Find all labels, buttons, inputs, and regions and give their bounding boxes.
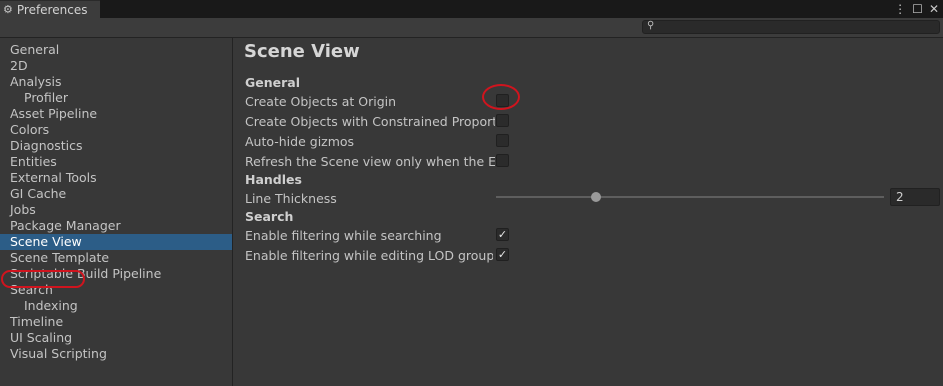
- auto-hide-gizmos-label: Auto-hide gizmos: [245, 134, 355, 149]
- sidebar-item-scene-template[interactable]: Scene Template: [0, 250, 232, 266]
- sidebar: General 2D Analysis Profiler Asset Pipel…: [0, 38, 233, 386]
- maximize-icon[interactable]: ☐: [912, 1, 923, 17]
- more-options-icon[interactable]: ⋮: [894, 1, 906, 17]
- constrained-proportions-checkbox[interactable]: [496, 114, 509, 127]
- line-thickness-slider[interactable]: [496, 196, 884, 198]
- close-icon[interactable]: ✕: [929, 1, 939, 17]
- settings-panel: Scene View General Create Objects at Ori…: [234, 38, 943, 386]
- search-input[interactable]: ⚲: [642, 20, 940, 34]
- sidebar-item-profiler[interactable]: Profiler: [0, 90, 232, 106]
- window-controls: ⋮ ☐ ✕: [894, 1, 939, 17]
- search-icon: ⚲: [647, 20, 655, 31]
- title-bar: ⚙ Preferences ⋮ ☐ ✕: [0, 0, 943, 18]
- constrained-proportions-label: Create Objects with Constrained Proporti…: [245, 114, 495, 129]
- line-thickness-slider-thumb[interactable]: [591, 192, 601, 202]
- sidebar-item-visual-scripting[interactable]: Visual Scripting: [0, 346, 232, 362]
- sidebar-item-general[interactable]: General: [0, 42, 232, 58]
- red-annotation-circle: [482, 84, 520, 110]
- sidebar-item-timeline[interactable]: Timeline: [0, 314, 232, 330]
- sidebar-item-package-manager[interactable]: Package Manager: [0, 218, 232, 234]
- gear-icon: ⚙: [3, 3, 13, 16]
- preferences-tab[interactable]: ⚙ Preferences: [0, 0, 100, 18]
- checkmark-icon: ✓: [497, 248, 508, 261]
- filter-lod-checkbox[interactable]: ✓: [496, 248, 509, 261]
- sidebar-item-indexing[interactable]: Indexing: [0, 298, 232, 314]
- sidebar-item-colors[interactable]: Colors: [0, 122, 232, 138]
- sidebar-item-external-tools[interactable]: External Tools: [0, 170, 232, 186]
- sidebar-item-gi-cache[interactable]: GI Cache: [0, 186, 232, 202]
- refresh-scene-view-checkbox[interactable]: [496, 154, 509, 167]
- line-thickness-label: Line Thickness: [245, 191, 337, 206]
- sidebar-item-scene-view[interactable]: Scene View: [0, 234, 232, 250]
- auto-hide-gizmos-checkbox[interactable]: [496, 134, 509, 147]
- red-annotation-circle: [1, 270, 85, 288]
- refresh-scene-view-label: Refresh the Scene view only when the Edi…: [245, 154, 495, 169]
- search-toolbar: ⚲: [0, 18, 943, 38]
- sidebar-item-asset-pipeline[interactable]: Asset Pipeline: [0, 106, 232, 122]
- sidebar-item-analysis[interactable]: Analysis: [0, 74, 232, 90]
- sidebar-item-diagnostics[interactable]: Diagnostics: [0, 138, 232, 154]
- filter-searching-checkbox[interactable]: ✓: [496, 228, 509, 241]
- section-search-heading: Search: [245, 209, 294, 224]
- tab-title: Preferences: [16, 2, 88, 17]
- page-title: Scene View: [244, 41, 360, 62]
- section-general-heading: General: [245, 75, 300, 90]
- sidebar-item-ui-scaling[interactable]: UI Scaling: [0, 330, 232, 346]
- filter-searching-label: Enable filtering while searching: [245, 228, 442, 243]
- line-thickness-field[interactable]: 2: [890, 188, 940, 206]
- sidebar-item-entities[interactable]: Entities: [0, 154, 232, 170]
- create-at-origin-label: Create Objects at Origin: [245, 94, 397, 109]
- sidebar-item-jobs[interactable]: Jobs: [0, 202, 232, 218]
- sidebar-item-2d[interactable]: 2D: [0, 58, 232, 74]
- checkmark-icon: ✓: [497, 228, 508, 241]
- section-handles-heading: Handles: [245, 172, 302, 187]
- filter-lod-label: Enable filtering while editing LOD group…: [245, 248, 493, 263]
